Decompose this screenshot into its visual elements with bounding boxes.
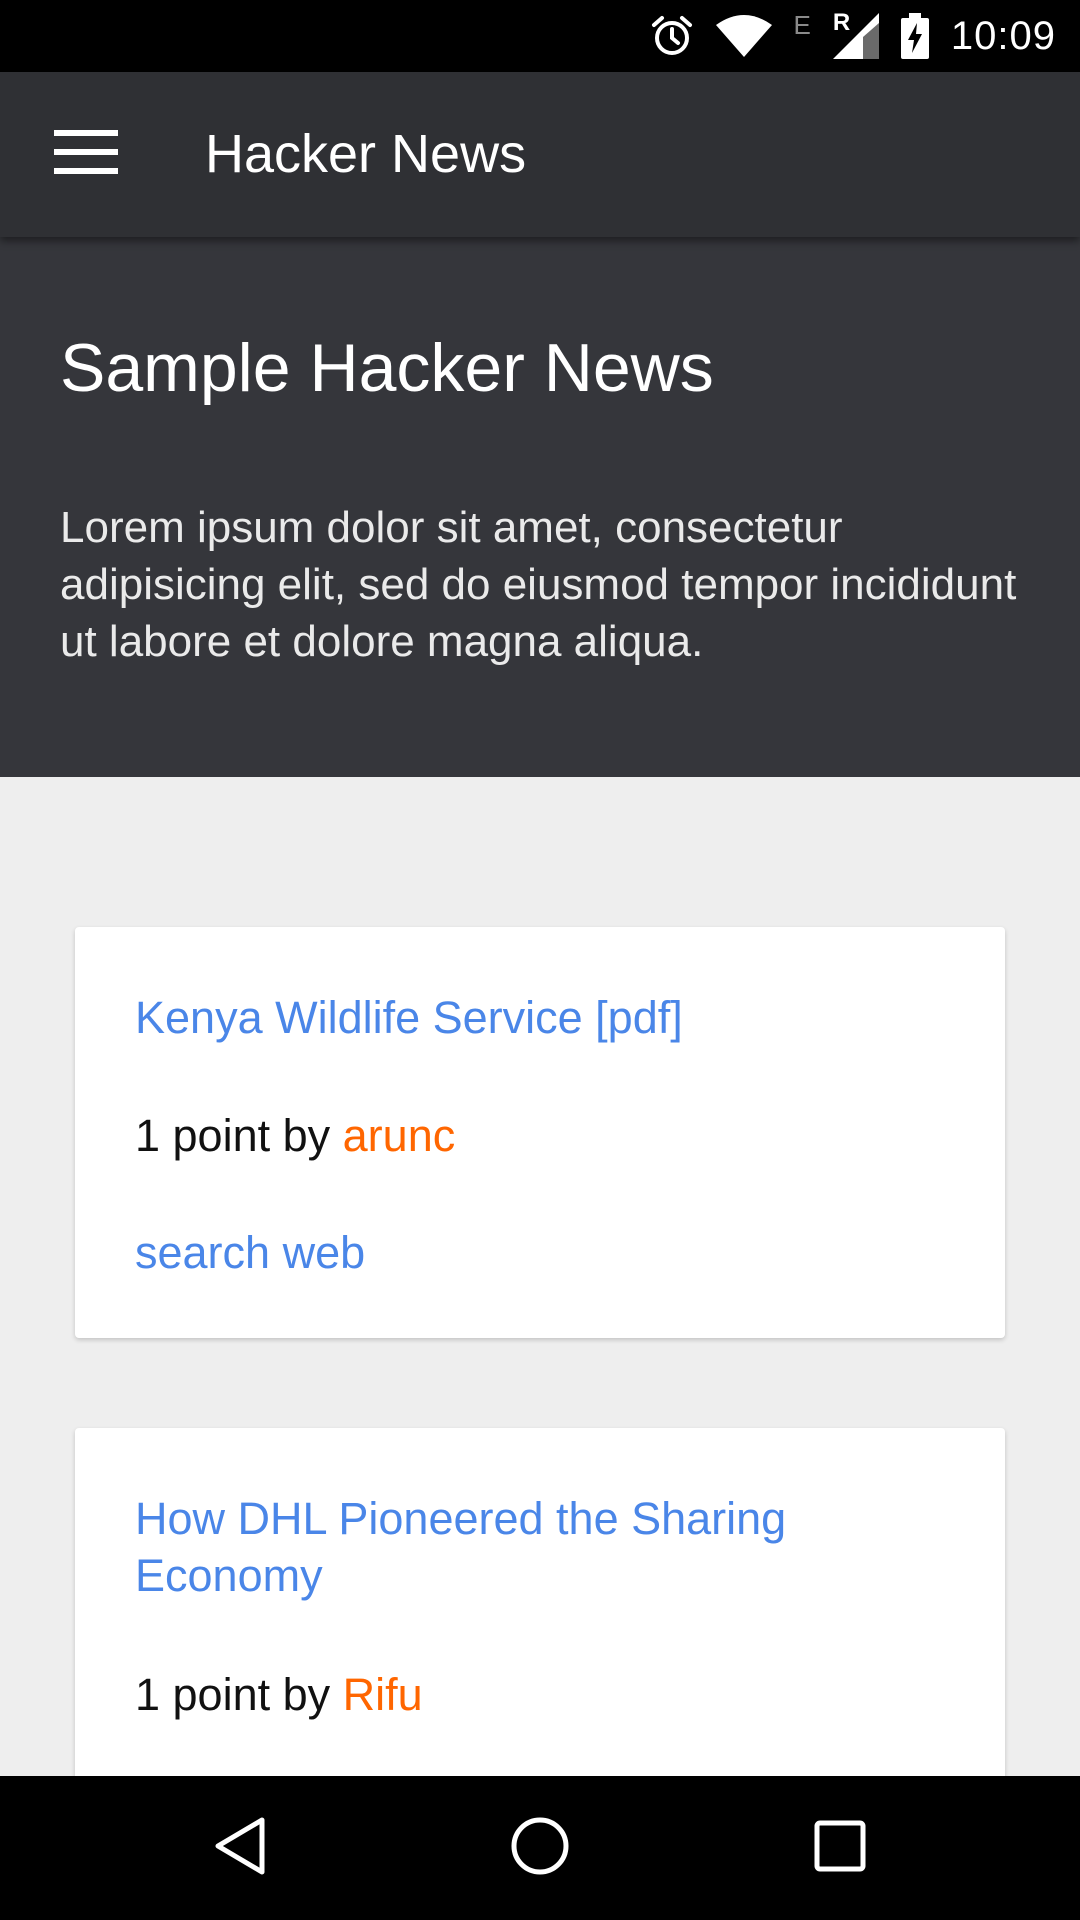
battery-charging-icon (900, 13, 929, 59)
home-icon (510, 1816, 570, 1881)
story-points: 1 point by (135, 1110, 343, 1161)
story-points: 1 point by (135, 1669, 343, 1720)
story-card: Kenya Wildlife Service [pdf] 1 point by … (75, 927, 1005, 1338)
alarm-icon (650, 14, 694, 58)
page-title: Sample Hacker News (60, 330, 714, 406)
signal-icon: R (832, 9, 879, 59)
story-author-link[interactable]: arunc (343, 1110, 456, 1161)
story-meta: 1 point by Rifu (135, 1666, 423, 1723)
back-icon (212, 1816, 268, 1881)
search-web-link[interactable]: search web (135, 1224, 365, 1281)
recents-icon (814, 1820, 866, 1877)
network-type-label: E (793, 9, 811, 40)
story-title-link[interactable]: Kenya Wildlife Service [pdf] (135, 989, 935, 1046)
hero-header: Sample Hacker News Lorem ipsum dolor sit… (0, 237, 1080, 777)
status-icons: E R 10:09 (650, 0, 1056, 72)
story-title-link[interactable]: How DHL Pioneered the Sharing Economy (135, 1490, 935, 1604)
hamburger-menu-icon (54, 129, 118, 179)
navigation-bar (0, 1776, 1080, 1920)
recents-button[interactable] (800, 1808, 880, 1888)
story-card: How DHL Pioneered the Sharing Economy 1 … (75, 1428, 1005, 1828)
status-bar: E R 10:09 (0, 0, 1080, 72)
menu-button[interactable] (40, 114, 132, 194)
home-button[interactable] (500, 1808, 580, 1888)
app-title: Hacker News (205, 124, 527, 184)
app-bar: Hacker News (0, 72, 1080, 237)
hero-description: Lorem ipsum dolor sit amet, consectetur … (60, 503, 1017, 666)
back-button[interactable] (200, 1808, 280, 1888)
story-author-link[interactable]: Rifu (343, 1669, 423, 1720)
status-time: 10:09 (950, 13, 1056, 58)
roaming-label: R (832, 9, 851, 36)
wifi-icon (715, 15, 772, 57)
story-meta: 1 point by arunc (135, 1107, 455, 1164)
